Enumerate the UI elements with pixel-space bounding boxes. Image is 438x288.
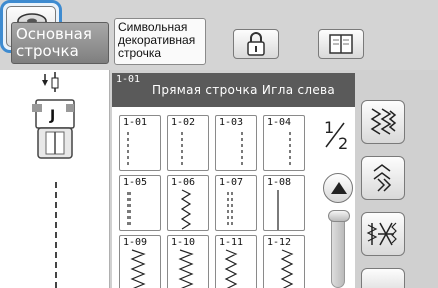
stitch-cell[interactable]: 1-09 <box>119 235 161 288</box>
stitch-pattern-icon <box>181 132 183 165</box>
tab-utility-label-line1: Основная <box>16 25 92 43</box>
manual-button[interactable] <box>318 29 364 59</box>
stitch-pattern-icon <box>180 189 192 230</box>
stitch-number: 1-04 <box>267 117 292 128</box>
category-utility-button[interactable] <box>361 100 405 144</box>
selected-stitch-number: 1-01 <box>116 74 141 85</box>
selected-stitch-title: Прямая строчка Игла слева <box>152 83 336 97</box>
stitch-number: 1-03 <box>219 117 244 128</box>
stitch-cell[interactable]: 1-04 <box>263 115 305 171</box>
stitch-number: 1-10 <box>171 237 196 248</box>
lock-icon <box>247 32 265 56</box>
tab-utility-stitch[interactable]: Основная строчка <box>11 22 109 64</box>
stitch-pattern-icon <box>227 192 233 225</box>
stitch-number: 1-02 <box>171 117 196 128</box>
utility-stitch-category-icon <box>370 108 397 135</box>
stitch-cell[interactable]: 1-07 <box>215 175 257 231</box>
triangle-up-icon <box>331 182 347 194</box>
stitch-cell[interactable]: 1-03 <box>215 115 257 171</box>
stitch-number: 1-07 <box>219 177 244 188</box>
stitch-number: 1-05 <box>123 177 148 188</box>
decorative-category-icon <box>366 222 397 246</box>
stitch-cell[interactable]: 1-01 <box>119 115 161 171</box>
stitch-pattern-icon <box>280 249 294 288</box>
tab-utility-label-line2: строчка <box>16 42 79 60</box>
stitch-cell[interactable]: 1-11 <box>215 235 257 288</box>
stitch-number: 1-01 <box>123 117 148 128</box>
stitch-pattern-icon <box>130 249 146 288</box>
stitch-selection-panel: 1-01 Прямая строчка Игла слева 1-01 1-02 1… <box>110 70 438 288</box>
stitch-cell[interactable]: 1-06 <box>167 175 209 231</box>
page-up-button[interactable] <box>323 173 353 203</box>
stitch-cell[interactable]: 1-05 <box>119 175 161 231</box>
book-icon <box>329 34 353 54</box>
zigzag-category-icon <box>373 164 392 192</box>
stitch-number: 1-12 <box>267 237 292 248</box>
top-bar: Основная строчка Символьная декоративная… <box>0 0 438 70</box>
stitch-cell[interactable]: 1-10 <box>167 235 209 288</box>
stitch-number: 1-08 <box>267 177 292 188</box>
selected-stitch-header: 1-01 Прямая строчка Игла слева <box>112 73 355 107</box>
stitch-cell[interactable]: 1-12 <box>263 235 305 288</box>
scroll-thumb[interactable] <box>328 210 350 222</box>
stitch-number: 1-11 <box>219 237 244 248</box>
stitch-cell[interactable]: 1-02 <box>167 115 209 171</box>
stitch-pattern-icon <box>127 192 131 225</box>
stitch-pattern-icon <box>127 132 129 165</box>
stitch-preview-panel: J <box>0 70 110 288</box>
stitch-number: 1-06 <box>171 177 196 188</box>
tab-decorative-label-line3: строчка <box>118 46 162 60</box>
page-current: 1 <box>324 118 334 137</box>
stitch-pattern-icon <box>277 190 279 230</box>
stitch-pattern-icon <box>241 132 243 165</box>
page-total: 2 <box>338 134 348 153</box>
category-zigzag-button[interactable] <box>361 156 405 200</box>
category-decorative-button[interactable] <box>361 212 405 256</box>
presser-foot-j-icon: J <box>32 72 75 159</box>
lock-button[interactable] <box>233 29 279 59</box>
category-more-button[interactable] <box>361 268 405 288</box>
stitch-pattern-icon <box>224 249 238 288</box>
stitch-preview-line <box>55 182 57 288</box>
stitch-cell[interactable]: 1-08 <box>263 175 305 231</box>
svg-text:J: J <box>49 108 55 124</box>
stitch-pattern-icon <box>178 249 194 288</box>
stitch-number: 1-09 <box>123 237 148 248</box>
stitch-pattern-icon <box>289 132 291 165</box>
tab-decorative-stitch[interactable]: Символьная декоративная строчка <box>114 18 206 65</box>
page-indicator: 1 2 <box>320 115 354 161</box>
